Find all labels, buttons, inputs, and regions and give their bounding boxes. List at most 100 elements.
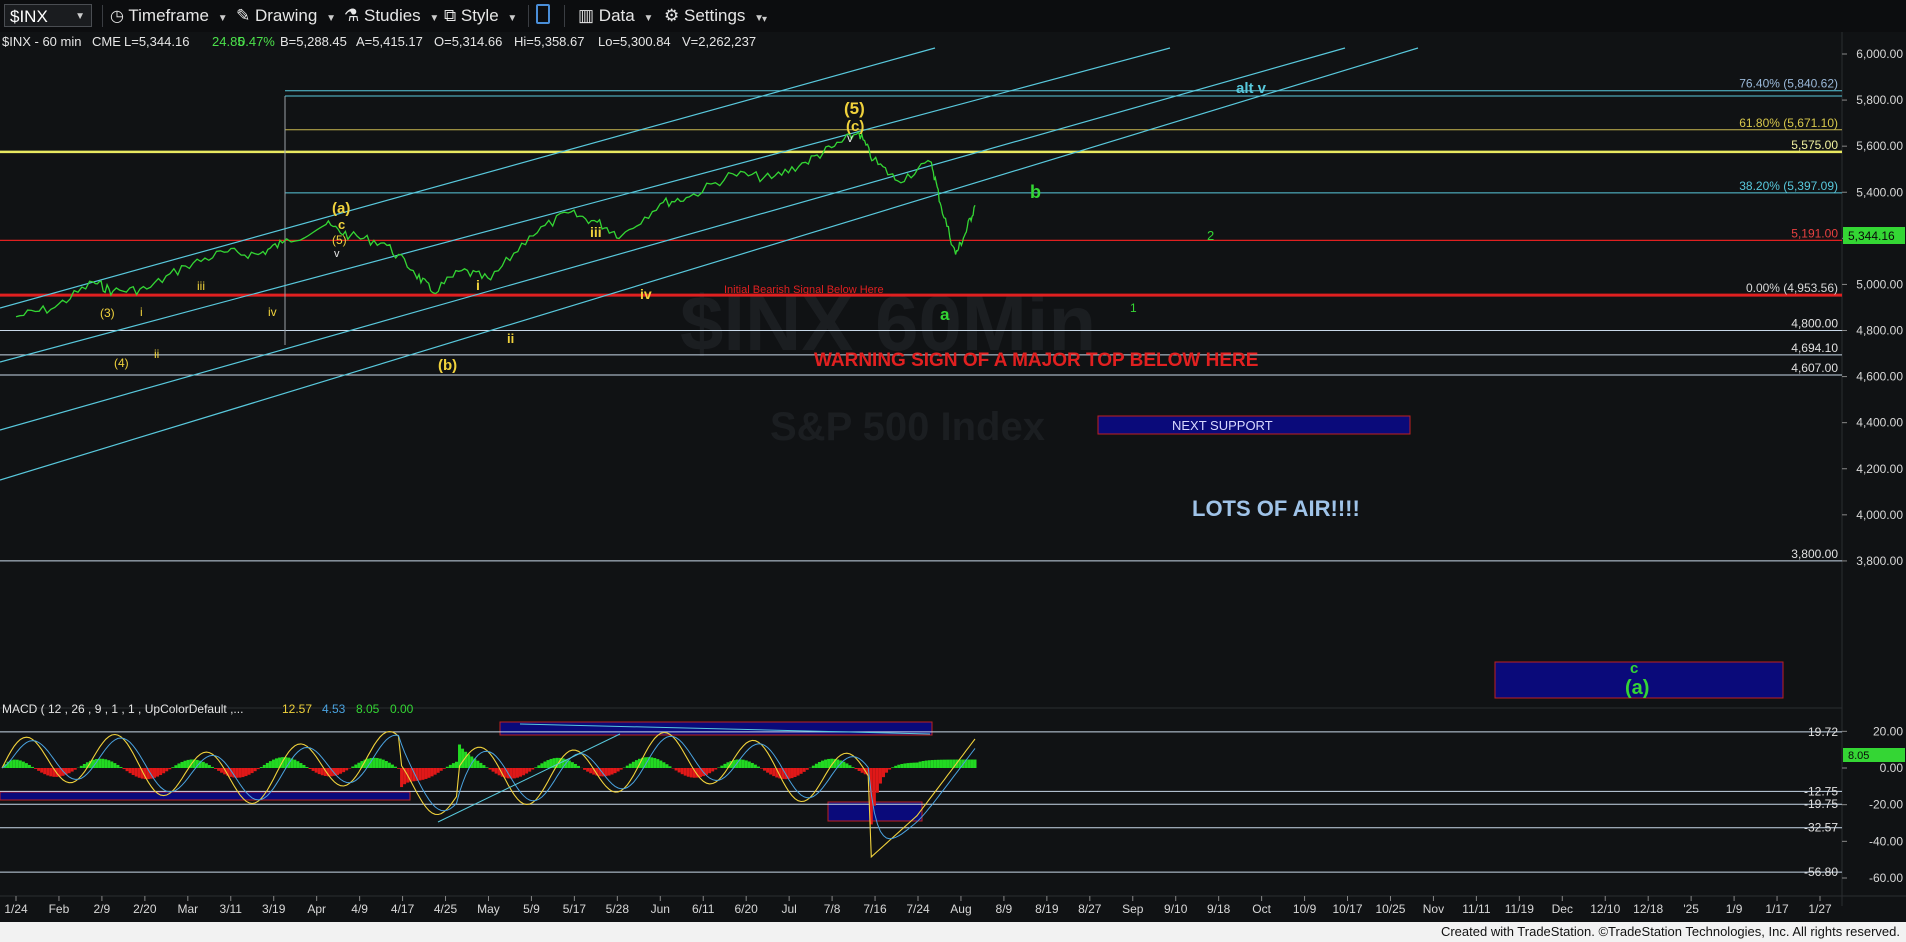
pencil-icon: ✎ xyxy=(236,6,251,25)
toolbar-divider xyxy=(102,5,103,27)
macd-level-label: -32.57 xyxy=(1804,821,1838,835)
wave-v-small-label: v xyxy=(334,248,340,260)
time-tick-label: 8/19 xyxy=(1035,902,1059,916)
time-tick-label: Dec xyxy=(1552,902,1573,916)
wave-5-paren-label: (5) xyxy=(844,99,865,118)
macd-tick-label: -40.00 xyxy=(1869,834,1903,848)
macd-value-1: 12.57 xyxy=(282,702,312,716)
price-tick-label: 5,800.00 xyxy=(1856,93,1903,107)
wave-a-label: a xyxy=(940,305,950,324)
data-button[interactable]: ▥ Data ▼ xyxy=(578,6,653,26)
warning-annotation: WARNING SIGN OF A MAJOR TOP BELOW HERE xyxy=(814,350,1258,371)
chevron-down-icon: ▼ xyxy=(507,13,518,24)
studies-button[interactable]: ⚗ Studies ▼ xyxy=(344,6,439,26)
time-tick-label: 7/16 xyxy=(863,902,887,916)
time-tick-label: 2/20 xyxy=(133,902,157,916)
flask-icon: ⚗ xyxy=(344,6,360,25)
price-level-label: 4,607.00 xyxy=(1791,361,1838,375)
macd-tick-label: -20.00 xyxy=(1869,798,1903,812)
info-change-pct: 0.47% xyxy=(238,34,275,49)
wave-iv-mar-label: iv xyxy=(268,305,277,319)
time-tick-label: '25 xyxy=(1683,902,1699,916)
price-tick-label: 4,800.00 xyxy=(1856,324,1903,338)
time-tick-label: 4/25 xyxy=(434,902,458,916)
chevron-down-icon: ▾ xyxy=(762,14,768,25)
time-tick-label: Aug xyxy=(950,902,971,916)
initial-bearish-annotation: Initial Bearish Signal Below Here xyxy=(724,284,884,296)
time-tick-label: 12/10 xyxy=(1590,902,1620,916)
time-tick-label: 11/11 xyxy=(1462,902,1491,916)
price-tick-label: 6,000.00 xyxy=(1856,47,1903,61)
time-tick-label: 3/11 xyxy=(220,902,243,916)
next-support-label: NEXT SUPPORT xyxy=(1172,418,1273,433)
time-tick-label: 3/19 xyxy=(262,902,286,916)
lots-of-air-annotation: LOTS OF AIR!!!! xyxy=(1192,496,1360,521)
time-tick-label: Mar xyxy=(177,902,198,916)
price-tick-label: 5,400.00 xyxy=(1856,185,1903,199)
drawing-label: Drawing xyxy=(254,6,318,25)
time-tick-label: Jun xyxy=(651,902,670,916)
wave-i-may-label: i xyxy=(476,277,480,293)
time-tick-label: 10/25 xyxy=(1375,902,1405,916)
time-tick-label: 6/20 xyxy=(735,902,759,916)
time-tick-label: Oct xyxy=(1252,902,1271,916)
wave-2-label: 2 xyxy=(1207,228,1214,243)
info-volume: V=2,262,237 xyxy=(682,34,756,49)
price-tick-label: 3,800.00 xyxy=(1856,554,1903,568)
time-tick-label: Apr xyxy=(307,902,326,916)
macd-tick-label: -60.00 xyxy=(1869,871,1903,885)
wave-iii-may-label: iii xyxy=(590,224,602,240)
macd-level-label: -19.75 xyxy=(1804,797,1838,811)
price-level-label: 3,800.00 xyxy=(1791,547,1838,561)
time-tick-label: 6/11 xyxy=(692,902,715,916)
settings-label: Settings xyxy=(683,6,746,25)
time-tick-label: 5/9 xyxy=(523,902,540,916)
price-level-label: 76.40% (5,840.62) xyxy=(1739,77,1838,91)
time-tick-label: 7/8 xyxy=(824,902,841,916)
info-open: O=5,314.66 xyxy=(434,34,502,49)
chevron-down-icon: ▼ xyxy=(326,13,336,24)
macd-left-box xyxy=(0,791,411,801)
wave-ii-may-label: ii xyxy=(507,331,514,346)
drawing-button[interactable]: ✎ Drawing ▼ xyxy=(236,6,336,26)
style-button[interactable]: ⧉ Style ▼ xyxy=(444,6,517,26)
wave-b-paren-label: (b) xyxy=(438,357,457,374)
time-tick-label: 8/9 xyxy=(996,902,1013,916)
price-tick-label: 5,600.00 xyxy=(1856,139,1903,153)
price-tick-label: 4,400.00 xyxy=(1856,416,1903,430)
time-tick-label: 4/9 xyxy=(351,902,368,916)
gear-icon: ⚙ xyxy=(664,6,680,25)
macd-value-2: 4.53 xyxy=(322,702,346,716)
time-tick-label: 1/17 xyxy=(1765,902,1789,916)
chevron-down-icon: ▼ xyxy=(643,13,654,24)
wave-5-small-label: (5) xyxy=(332,233,347,247)
wave-3-label: (3) xyxy=(100,306,115,320)
toolbar-divider xyxy=(528,5,529,27)
time-tick-label: Sep xyxy=(1122,902,1144,916)
wave-4-label: (4) xyxy=(114,356,129,370)
timeframe-button[interactable]: ◷ Timeframe ▼ xyxy=(110,6,228,26)
price-level-label: 5,575.00 xyxy=(1791,138,1838,152)
price-chart[interactable]: $INX 60Min S&P 500 Index 76.40% (5,840.6… xyxy=(0,32,1906,922)
style-label: Style xyxy=(460,6,499,25)
time-tick-label: 9/10 xyxy=(1164,902,1188,916)
info-symbol: $INX - 60 min xyxy=(2,34,81,49)
info-line: $INX - 60 min CME L=5,344.16 24.85 0.47%… xyxy=(2,34,756,49)
chevron-down-icon: ▼ xyxy=(75,11,85,22)
toolbar: $INX ▼ ◷ Timeframe ▼ ✎ Drawing ▼ ⚗ Studi… xyxy=(0,0,1906,33)
macd-value-3: 8.05 xyxy=(356,702,380,716)
price-tick-label: 5,000.00 xyxy=(1856,277,1903,291)
price-level-label: 61.80% (5,671.10) xyxy=(1739,116,1838,130)
wave-alt-v-label: alt v xyxy=(1236,80,1267,97)
time-tick-label: 10/17 xyxy=(1333,902,1363,916)
layout-icon xyxy=(536,4,550,24)
toolbar-divider xyxy=(564,5,565,27)
time-tick-label: 1/27 xyxy=(1808,902,1832,916)
price-level-label: 5,191.00 xyxy=(1791,226,1838,240)
settings-button[interactable]: ⚙ Settings ▼ xyxy=(664,6,764,26)
symbol-selector[interactable]: $INX ▼ xyxy=(4,4,92,27)
toolbar-more-button[interactable]: ▾ xyxy=(762,10,767,30)
wave-i-feb-label: i xyxy=(140,305,143,319)
layout-button[interactable] xyxy=(536,4,550,24)
price-level-label: 38.20% (5,397.09) xyxy=(1739,179,1838,193)
